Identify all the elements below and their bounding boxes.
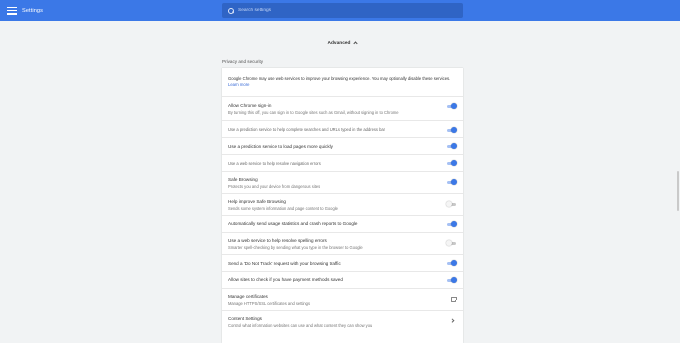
page-title: Settings [22, 7, 44, 14]
setting-label: Help improve Safe Browsing [228, 199, 286, 204]
toggle-usage-statistics[interactable] [446, 221, 457, 227]
search-box[interactable] [222, 3, 463, 18]
setting-row-do-not-track[interactable]: Send a 'Do Not Track' request with your … [222, 254, 463, 271]
setting-row-search-prediction[interactable]: Use a prediction service to help complet… [222, 120, 463, 137]
setting-description: Sends some system information and page c… [228, 205, 338, 211]
setting-row-content-settings[interactable]: Content Settings Control what informatio… [222, 310, 463, 332]
setting-row-page-prediction[interactable]: Use a prediction service to load pages m… [222, 137, 463, 154]
toggle-improve-safe-browsing[interactable] [446, 201, 457, 207]
setting-row-chrome-signin[interactable]: Allow Chrome sign-in By turning this off… [222, 96, 463, 120]
learn-more-link[interactable]: Learn more [228, 82, 249, 87]
hamburger-menu-icon[interactable] [7, 6, 17, 15]
search-icon [228, 7, 234, 14]
setting-row-navigation-errors[interactable]: Use a web service to help resolve naviga… [222, 154, 463, 171]
toggle-do-not-track[interactable] [446, 260, 457, 266]
toggle-navigation-errors[interactable] [446, 160, 457, 166]
scrollbar-thumb[interactable] [677, 171, 679, 211]
setting-row-spelling-service[interactable]: Use a web service to help resolve spelli… [222, 232, 463, 254]
toggle-chrome-signin[interactable] [446, 103, 457, 109]
setting-row-manage-certificates[interactable]: Manage certificates Manage HTTPS/SSL cer… [222, 288, 463, 310]
setting-description: Control what information websites can us… [228, 322, 373, 328]
advanced-toggle[interactable]: Advanced [222, 39, 463, 47]
setting-label: Automatically send usage statistics and … [228, 221, 358, 226]
privacy-intro: Google Chrome may use web services to im… [222, 68, 463, 96]
chevron-up-icon [353, 41, 359, 46]
open-in-new-icon[interactable] [451, 296, 457, 302]
setting-description: Manage HTTPS/SSL certificates and settin… [228, 300, 310, 306]
search-input[interactable] [238, 8, 463, 13]
setting-description: By turning this off, you can sign in to … [228, 109, 399, 115]
setting-label: Send a 'Do Not Track' request with your … [228, 261, 341, 266]
toggle-search-prediction[interactable] [446, 127, 457, 133]
setting-label: Use a web service to help resolve spelli… [228, 238, 327, 243]
setting-label: Content Settings [228, 316, 262, 321]
privacy-intro-text: Google Chrome may use web services to im… [228, 76, 451, 81]
page-scrollbar[interactable] [676, 21, 680, 336]
setting-label: Use a prediction service to load pages m… [228, 144, 333, 149]
toggle-payment-methods[interactable] [446, 277, 457, 283]
section-title-privacy: Privacy and security [222, 59, 264, 64]
settings-toolbar: Settings [0, 0, 680, 21]
privacy-card: Google Chrome may use web services to im… [222, 68, 463, 343]
setting-row-payment-methods[interactable]: Allow sites to check if you have payment… [222, 271, 463, 288]
setting-description: Smarter spell-checking by sending what y… [228, 244, 363, 250]
setting-label: Use a web service to help resolve naviga… [228, 161, 321, 166]
toggle-safe-browsing[interactable] [446, 179, 457, 185]
toggle-spelling-service[interactable] [446, 240, 457, 246]
setting-label: Allow Chrome sign-in [228, 103, 272, 108]
advanced-label: Advanced [327, 40, 351, 46]
setting-label: Safe Browsing [228, 177, 258, 182]
setting-row-improve-safe-browsing[interactable]: Help improve Safe Browsing Sends some sy… [222, 193, 463, 215]
toggle-page-prediction[interactable] [446, 143, 457, 149]
setting-label: Allow sites to check if you have payment… [228, 277, 343, 282]
setting-label: Use a prediction service to help complet… [228, 127, 386, 132]
setting-description: Protects you and your device from danger… [228, 183, 321, 189]
setting-row-safe-browsing[interactable]: Safe Browsing Protects you and your devi… [222, 171, 463, 193]
setting-label: Manage certificates [228, 294, 268, 299]
setting-row-usage-statistics[interactable]: Automatically send usage statistics and … [222, 215, 463, 232]
